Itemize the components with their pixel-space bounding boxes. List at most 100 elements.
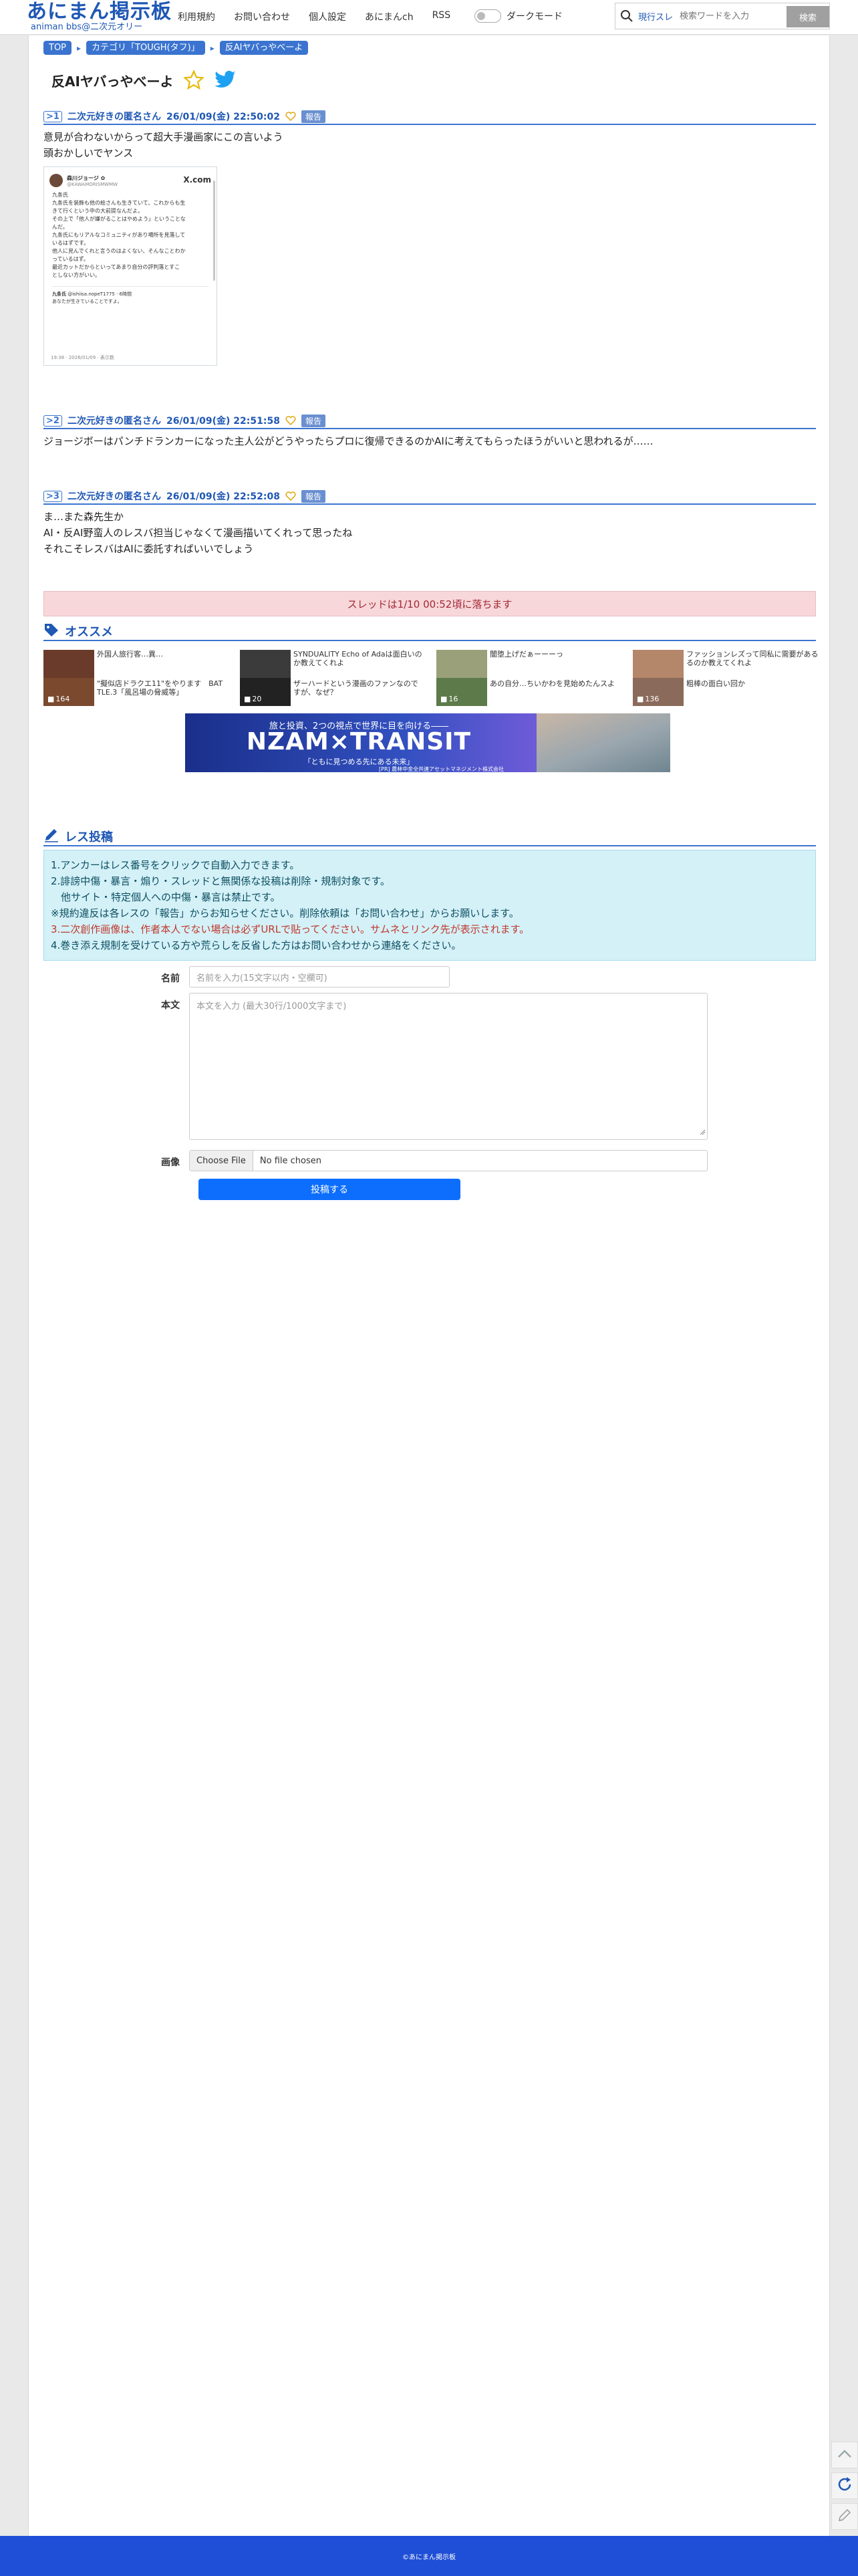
report-button[interactable]: 報告 bbox=[301, 489, 325, 503]
ad-banner[interactable]: 旅と投資、2つの視点で世界に目を向ける―― NZAM×TRANSIT 「ともに見… bbox=[185, 713, 670, 772]
embed-footer: 19:38 · 2026/01/09 · 表示数 bbox=[51, 355, 114, 360]
choose-file-button[interactable]: Choose File bbox=[190, 1151, 253, 1171]
recommend-item-title[interactable]: 闇堕上げだぁーーーっ bbox=[490, 650, 627, 659]
copyright-text: ©あにまん掲示板 bbox=[402, 2553, 456, 2561]
recommend-item-title[interactable]: ザーハードという漫画のファンなので すが、なぜ？ bbox=[293, 679, 431, 697]
body-textarea[interactable]: 本文を入力 (最大30行/1000文字まで) bbox=[189, 993, 708, 1140]
rule-1: 1.アンカーはレス番号をクリックで自動入力できます。 bbox=[51, 859, 300, 871]
recommend-item-title[interactable]: SYNDUALITY Echo of Adaは面白いの か教えてくれよ bbox=[293, 650, 431, 667]
breadcrumb-top[interactable]: TOP bbox=[43, 41, 72, 55]
main-content: TOP ▸ カテゴリ「TOUGH(タフ)」 ▸ 反AIヤバっやべーよ 反AIヤバ… bbox=[28, 35, 830, 2536]
res-number[interactable]: >1 bbox=[43, 110, 62, 122]
breadcrumb-separator: ▸ bbox=[210, 43, 214, 53]
post-text: 意見が合わないからって超大手漫画家にこの言いよう 頭おかしいでヤンス bbox=[43, 131, 283, 159]
chevron-up-icon bbox=[837, 2449, 852, 2461]
scroll-top-button[interactable] bbox=[831, 2442, 858, 2468]
post-header: >2 二次元好きの匿名さん 26/01/09(金) 22:51:58 報告 bbox=[43, 414, 816, 429]
no-file-text: No file chosen bbox=[259, 1155, 321, 1166]
report-button[interactable]: 報告 bbox=[301, 414, 325, 427]
submit-button[interactable]: 投稿する bbox=[198, 1179, 460, 1200]
write-button[interactable] bbox=[831, 2503, 858, 2530]
reload-button[interactable] bbox=[831, 2472, 858, 2499]
thread-title-row: 反AIヤバっやべーよ bbox=[51, 70, 237, 91]
embed-quote: 九条氏 @ishiisa.nopeT1775 · 6時間 あなたが生きていること… bbox=[52, 286, 208, 306]
recommend-title: オススメ bbox=[65, 625, 113, 639]
recommend-list: ■23 外国人旅行客…異… ■164 "擬似店ドラクエ11"をやります BAT … bbox=[43, 650, 818, 707]
embed-quote-name: 九条氏 bbox=[52, 291, 66, 297]
recommend-thumbnail[interactable]: ■ 16 bbox=[436, 678, 487, 706]
heart-icon[interactable] bbox=[285, 416, 296, 425]
post-text: ま…また森先生か AI・反AI野蛮人のレスバ担当じゃなくて漫画描いてくれって思っ… bbox=[43, 511, 353, 555]
dark-mode-label: ダークモード bbox=[507, 11, 563, 22]
rule-note: ※規約違反は各レスの「報告」からお知らせください。削除依頼は「お問い合わせ」から… bbox=[51, 907, 519, 919]
comment-count-value: 164 bbox=[55, 695, 70, 703]
x-post-embed[interactable]: 森川ジョージ ✿ @KAWAMORISMWMW X.com 九条氏 九条氏を装飾… bbox=[43, 166, 217, 366]
image-file-input[interactable]: Choose File No file chosen bbox=[189, 1150, 708, 1171]
breadcrumb-thread[interactable]: 反AIヤバっやべーよ bbox=[219, 41, 309, 55]
right-gutter bbox=[831, 35, 858, 2536]
search-bar: 現行スレ 検索 bbox=[615, 3, 830, 29]
rule-2: 2.誹謗中傷・暴言・煽り・スレッドと無関係な投稿は削除・規制対象です。 bbox=[51, 875, 390, 887]
name-input[interactable]: 名前を入力(15文字以内・空欄可) bbox=[189, 966, 450, 987]
nav-rss[interactable]: RSS bbox=[432, 10, 451, 23]
search-input[interactable] bbox=[680, 11, 780, 21]
recommend-item[interactable]: ■ 16 あの自分…ちいかわを見始めたんスよ bbox=[436, 678, 630, 706]
embed-text: 九条氏 九条氏を装飾も他の絵さんも生きていて、これからも生 きて行くという中の大… bbox=[52, 192, 186, 278]
recommend-item-title[interactable]: あの自分…ちいかわを見始めたんスよ bbox=[490, 679, 627, 688]
dark-mode-toggle[interactable]: ダークモード bbox=[474, 9, 563, 23]
post-1: >1 二次元好きの匿名さん 26/01/09(金) 22:50:02 報告 意見… bbox=[43, 110, 816, 366]
pencil-icon bbox=[43, 828, 59, 845]
comment-icon: ■ bbox=[637, 695, 644, 703]
recommend-item-title[interactable]: "擬似店ドラクエ11"をやります BAT TLE.3「風呂場の脅威等」 bbox=[97, 679, 235, 697]
recommend-item[interactable]: ■ 20 ザーハードという漫画のファンなので すが、なぜ？ bbox=[240, 678, 434, 706]
res-number[interactable]: >2 bbox=[43, 415, 62, 427]
post-date: 26/01/09(金) 22:50:02 bbox=[166, 112, 280, 122]
body-row: 本文 本文を入力 (最大30行/1000文字まで) bbox=[136, 993, 708, 1140]
recommend-item[interactable]: ■ 136 粗棒の面白い回か bbox=[633, 678, 827, 706]
recommend-item-title[interactable]: 粗棒の面白い回か bbox=[686, 679, 824, 688]
rule-2-sub: 他サイト・特定個人への中傷・暴言は禁止です。 bbox=[51, 891, 281, 903]
body-label: 本文 bbox=[161, 1000, 180, 1011]
heart-icon[interactable] bbox=[285, 112, 296, 121]
recommend-item-title[interactable]: ファッションレズって同私に需要がある るのか教えてくれよ bbox=[686, 650, 824, 667]
x-logo-icon: X.com bbox=[183, 175, 211, 185]
recommend-thumbnail[interactable]: ■ 164 bbox=[43, 678, 94, 706]
post-body: 意見が合わないからって超大手漫画家にこの言いよう 頭おかしいでヤンス bbox=[43, 129, 816, 161]
breadcrumb-category[interactable]: カテゴリ「TOUGH(タフ)」 bbox=[86, 41, 205, 55]
search-button[interactable]: 検索 bbox=[786, 6, 829, 27]
recommend-thumbnail[interactable]: ■ 136 bbox=[633, 678, 684, 706]
site-footer: ©あにまん掲示板 bbox=[0, 2536, 858, 2576]
poster-name: 二次元好きの匿名さん bbox=[67, 416, 161, 427]
rule-3: 3.二次創作画像は、作者本人でない場合は必ずURLで貼ってください。サムネとリン… bbox=[51, 923, 530, 935]
nav-settings[interactable]: 個人設定 bbox=[309, 10, 346, 23]
resize-handle-icon[interactable] bbox=[699, 1128, 706, 1138]
favorite-star-icon[interactable] bbox=[182, 70, 204, 91]
post-header: >1 二次元好きの匿名さん 26/01/09(金) 22:50:02 報告 bbox=[43, 110, 816, 125]
report-button[interactable]: 報告 bbox=[301, 110, 325, 123]
embed-scrollbar[interactable] bbox=[213, 181, 215, 281]
recommend-item-title[interactable]: 外国人旅行客…異… bbox=[97, 650, 235, 659]
nav-terms[interactable]: 利用規約 bbox=[178, 10, 215, 23]
post-3: >3 二次元好きの匿名さん 26/01/09(金) 22:52:08 報告 ま…… bbox=[43, 489, 816, 557]
nav-animanch[interactable]: あにまんch bbox=[365, 10, 414, 23]
post-body: ま…また森先生か AI・反AI野蛮人のレスバ担当じゃなくて漫画描いてくれって思っ… bbox=[43, 509, 816, 557]
banner-photo bbox=[537, 713, 670, 772]
embed-author-name: 森川ジョージ ✿ bbox=[67, 174, 106, 181]
comment-icon: ■ bbox=[244, 695, 251, 703]
search-scope-current[interactable]: 現行スレ bbox=[638, 10, 673, 23]
dark-mode-switch[interactable] bbox=[474, 9, 501, 23]
embed-quote-text: あなたが生きていることですよ。 bbox=[52, 299, 122, 304]
res-number[interactable]: >3 bbox=[43, 490, 62, 502]
image-label: 画像 bbox=[161, 1157, 180, 1168]
post-header: >3 二次元好きの匿名さん 26/01/09(金) 22:52:08 報告 bbox=[43, 489, 816, 505]
recommend-thumbnail[interactable]: ■ 20 bbox=[240, 678, 291, 706]
reply-form-title: レス投稿 bbox=[65, 830, 113, 844]
nav-contact[interactable]: お問い合わせ bbox=[234, 10, 290, 23]
posting-rules-box: 1.アンカーはレス番号をクリックで自動入力できます。 2.誹謗中傷・暴言・煽り・… bbox=[43, 850, 816, 961]
recommend-item[interactable]: ■ 164 "擬似店ドラクエ11"をやります BAT TLE.3「風呂場の脅威等」 bbox=[43, 678, 237, 706]
heart-icon[interactable] bbox=[285, 491, 296, 501]
post-text: ジョージボーはパンチドランカーになった主人公がどうやったらプロに復帰できるのかA… bbox=[43, 435, 654, 447]
site-logo[interactable]: あにまん掲示板 animan bbs@二次元オリー bbox=[27, 1, 172, 32]
twitter-share-icon[interactable] bbox=[214, 70, 237, 90]
body-placeholder: 本文を入力 (最大30行/1000文字まで) bbox=[196, 1002, 347, 1012]
